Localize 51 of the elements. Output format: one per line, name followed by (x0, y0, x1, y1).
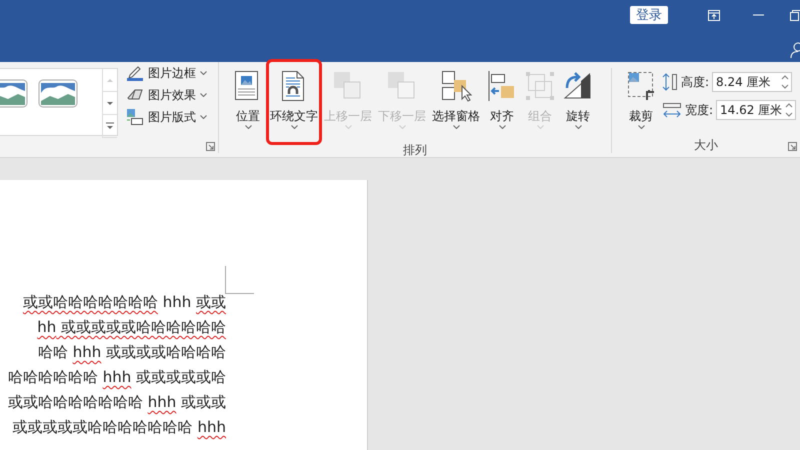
caret-icon (200, 71, 207, 75)
ribbon-button[interactable]: 旋转 (561, 68, 595, 134)
caret-icon (200, 93, 207, 97)
crop-icon (627, 70, 655, 102)
caret-icon (498, 125, 506, 129)
person-icon[interactable] (790, 42, 800, 58)
dialog-launcher-icon[interactable] (788, 142, 797, 151)
size-input-field[interactable]: 8.24 厘米 (712, 72, 792, 92)
caret-icon (290, 125, 298, 129)
picture-option-button[interactable]: 图片边框 (126, 64, 207, 82)
ribbon-button[interactable]: 位置 (231, 68, 265, 134)
dialog-launcher-icon[interactable] (206, 142, 215, 151)
caret-icon (638, 125, 644, 129)
crop-button[interactable]: 裁剪 (626, 68, 656, 134)
group-label: 排列 (403, 142, 427, 158)
document-text-line: 或或或或或哈哈哈哈哈哈哈 hhh (12, 417, 226, 438)
size-input-field[interactable]: 14.62 厘米 (716, 100, 796, 120)
document-text-line: 或或哈哈哈哈哈哈哈 hhh 或或或 (8, 392, 226, 413)
picture-option-button[interactable]: 图片版式 (126, 108, 207, 126)
height-icon (662, 73, 678, 91)
picture-style-thumbnail[interactable] (38, 79, 78, 108)
caret-icon (574, 125, 582, 129)
document-text-line: hh 或或或或或哈哈哈哈哈哈 (37, 317, 226, 338)
picture-option-button[interactable]: 图片效果 (126, 86, 207, 104)
field-label: 宽度: (685, 102, 714, 118)
ribbon-button[interactable]: 对齐 (485, 68, 519, 134)
document-text-line: 哈哈哈哈哈哈 hhh 或或或或或哈 (8, 367, 226, 388)
ribbon-display-icon[interactable] (708, 10, 720, 20)
document-text-line: 哈哈 hhh 或或或或哈哈哈哈 (38, 342, 226, 363)
field-label: 高度: (681, 74, 710, 90)
caret-icon (344, 125, 352, 129)
minimize-icon[interactable] (752, 14, 764, 16)
width-icon (662, 102, 682, 118)
picture-layout-icon (126, 108, 144, 126)
spinner-icon (781, 75, 790, 89)
ribbon-button[interactable]: 环绕文字 (269, 62, 319, 142)
group-icon (524, 70, 556, 102)
document-text-line: 或或哈哈哈哈哈哈哈 hhh 或或 (22, 292, 226, 313)
selection-pane-icon (440, 70, 472, 102)
ribbon-button[interactable]: 选择窗格 (431, 68, 481, 134)
caret-icon (536, 125, 544, 129)
group-label: 大小 (694, 137, 718, 153)
caret-icon (398, 125, 406, 129)
picture-style-thumbnail[interactable] (0, 79, 28, 108)
caret-icon (452, 125, 460, 129)
margin-corner-mark (225, 266, 254, 294)
spinner-icon (785, 103, 794, 117)
restore-icon[interactable] (790, 10, 800, 20)
caret-icon (244, 125, 252, 129)
caret-icon (200, 115, 207, 119)
sign-in-button[interactable]: 登录 (630, 6, 668, 24)
